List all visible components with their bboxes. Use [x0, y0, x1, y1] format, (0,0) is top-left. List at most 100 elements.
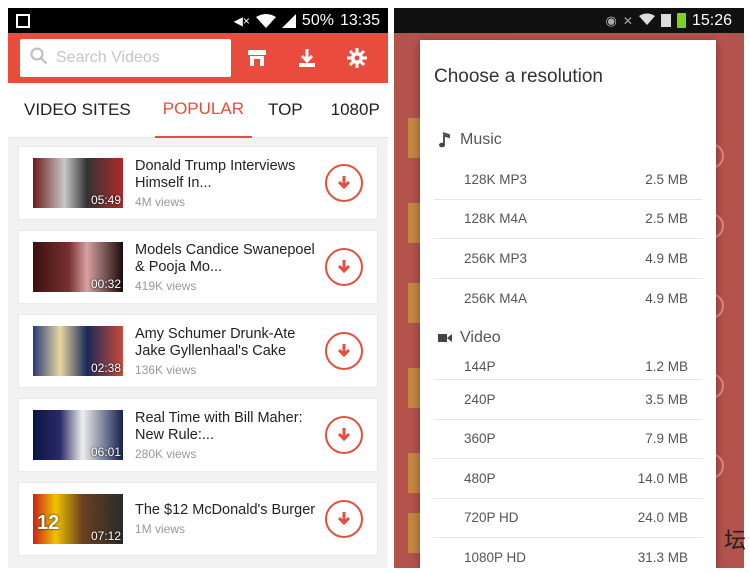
thumbnail-overlay-number: 12	[37, 512, 60, 534]
resolution-option-720p-hd[interactable]: 720P HD 24.0 MB	[434, 499, 702, 538]
option-label: 720P HD	[464, 510, 519, 526]
tab-top[interactable]: TOP	[260, 83, 311, 138]
eye-icon: ◉	[605, 12, 617, 28]
search-placeholder: Search Videos	[56, 49, 160, 66]
wifi-icon	[255, 13, 276, 28]
video-thumbnail: 05:49	[33, 158, 123, 208]
video-title: Donald Trump Interviews Himself In...	[135, 157, 296, 191]
option-size: 1.2 MB	[645, 359, 688, 374]
video-views: 136K views	[135, 362, 197, 377]
resolution-option-1080p-hd[interactable]: 1080P HD 31.3 MB	[434, 538, 702, 568]
video-title: Real Time with Bill Maher: New Rule:...	[135, 409, 303, 443]
search-input[interactable]: Search Videos	[20, 39, 232, 77]
option-label: 256K MP3	[464, 250, 528, 266]
resolution-option-360p[interactable]: 360P 7.9 MB	[434, 420, 702, 459]
category-tabs: VIDEO SITES POPULAR TOP 1080P	[8, 83, 388, 138]
video-views: 280K views	[135, 446, 197, 461]
resolution-option-480p[interactable]: 480P 14.0 MB	[434, 459, 702, 499]
download-arrow-icon	[337, 344, 351, 358]
music-section-label: Music	[460, 131, 502, 148]
video-views: 4M views	[135, 194, 186, 209]
video-duration: 07:12	[90, 529, 121, 543]
sim-icon	[660, 14, 671, 27]
video-list: 05:49 Donald Trump Interviews Himself In…	[8, 138, 388, 556]
resolution-option-240p[interactable]: 240P 3.5 MB	[434, 380, 702, 420]
video-duration: 00:32	[90, 277, 121, 291]
download-button[interactable]	[325, 164, 363, 202]
search-icon	[30, 47, 48, 70]
video-card[interactable]: 00:32 Models Candice Swanepoel & Pooja M…	[18, 230, 378, 304]
download-icon[interactable]	[282, 33, 331, 83]
status-time: 13:35	[339, 11, 380, 29]
option-size: 14.0 MB	[637, 470, 688, 486]
resolution-option-144p[interactable]: 144P 1.2 MB	[434, 354, 702, 380]
option-label: 128K M4A	[464, 211, 528, 227]
video-title: Amy Schumer Drunk-Ate Jake Gyllenhaal's …	[135, 325, 296, 359]
signal-icon	[281, 13, 296, 28]
music-section-header: Music	[434, 120, 702, 160]
download-arrow-icon	[337, 176, 351, 190]
battery-percent: 50%	[301, 11, 334, 29]
resolution-dialog: Choose a resolution Music 128K MP3 2.5 M…	[420, 40, 716, 568]
option-label: 1080P HD	[464, 550, 527, 566]
video-card[interactable]: 12 07:12 The $12 McDonald's Burger 1M vi…	[18, 482, 378, 556]
background-thumbnail	[408, 283, 420, 323]
option-size: 24.0 MB	[637, 510, 688, 526]
option-size: 4.9 MB	[645, 250, 688, 266]
wifi-icon	[638, 12, 655, 30]
settings-gear-icon[interactable]	[333, 33, 382, 83]
download-arrow-icon	[337, 260, 351, 274]
tab-video-sites[interactable]: VIDEO SITES	[8, 83, 139, 138]
video-title: The $12 McDonald's Burger	[135, 502, 316, 518]
background-thumbnail	[408, 118, 420, 158]
option-label: 144P	[464, 359, 496, 374]
video-card[interactable]: 02:38 Amy Schumer Drunk-Ate Jake Gyllenh…	[18, 314, 378, 388]
app-toolbar: Search Videos	[8, 33, 388, 83]
video-duration: 06:01	[90, 445, 121, 459]
download-arrow-icon	[337, 512, 351, 526]
video-camera-icon	[438, 333, 460, 343]
resolution-option-128k-mp3[interactable]: 128K MP3 2.5 MB	[434, 160, 702, 200]
option-label: 480P	[464, 470, 496, 486]
option-size: 2.5 MB	[645, 171, 688, 187]
download-button[interactable]	[325, 248, 363, 286]
background-thumbnail	[408, 203, 420, 243]
video-duration: 02:38	[90, 361, 121, 375]
store-icon[interactable]	[232, 33, 281, 83]
resolution-option-256k-m4a[interactable]: 256K M4A 4.9 MB	[434, 279, 702, 319]
video-card[interactable]: 06:01 Real Time with Bill Maher: New Rul…	[18, 398, 378, 472]
watermark-text: 坛	[723, 529, 746, 554]
download-button[interactable]	[325, 416, 363, 454]
download-button[interactable]	[325, 332, 363, 370]
tab-popular[interactable]: POPULAR	[154, 83, 252, 138]
video-thumbnail: 02:38	[33, 326, 123, 376]
video-card[interactable]: 05:49 Donald Trump Interviews Himself In…	[18, 146, 378, 220]
option-size: 31.3 MB	[637, 550, 688, 566]
background-thumbnail	[408, 453, 420, 493]
option-label: 240P	[464, 391, 496, 407]
resolution-option-128k-m4a[interactable]: 128K M4A 2.5 MB	[434, 200, 702, 239]
status-time: 15:26	[691, 11, 732, 29]
video-title: Models Candice Swanepoel & Pooja Mo...	[135, 241, 315, 275]
option-label: 128K MP3	[464, 171, 528, 187]
left-phone-screen: ◀× 50% 13:35 Search Videos VIDEO SITES P…	[8, 8, 388, 568]
option-size: 3.5 MB	[645, 391, 688, 407]
background-thumbnail	[408, 368, 420, 408]
resolution-option-256k-mp3[interactable]: 256K MP3 4.9 MB	[434, 239, 702, 279]
option-size: 2.5 MB	[645, 211, 688, 227]
screenshot-composite: ◀× 50% 13:35 Search Videos VIDEO SITES P…	[0, 0, 750, 573]
option-size: 7.9 MB	[645, 431, 688, 447]
mute-icon: ✕	[622, 13, 633, 28]
video-views: 1M views	[135, 522, 186, 536]
video-thumbnail: 12 07:12	[33, 494, 123, 544]
video-section-header: Video	[434, 322, 702, 354]
video-thumbnail: 06:01	[33, 410, 123, 460]
music-note-icon	[438, 132, 460, 148]
mute-icon: ◀×	[233, 13, 250, 28]
notification-square-icon	[16, 13, 30, 28]
video-section-label: Video	[460, 329, 501, 346]
video-thumbnail: 00:32	[33, 242, 123, 292]
download-button[interactable]	[325, 500, 363, 538]
tab-1080p[interactable]: 1080P	[323, 83, 388, 138]
video-views: 419K views	[135, 278, 197, 293]
